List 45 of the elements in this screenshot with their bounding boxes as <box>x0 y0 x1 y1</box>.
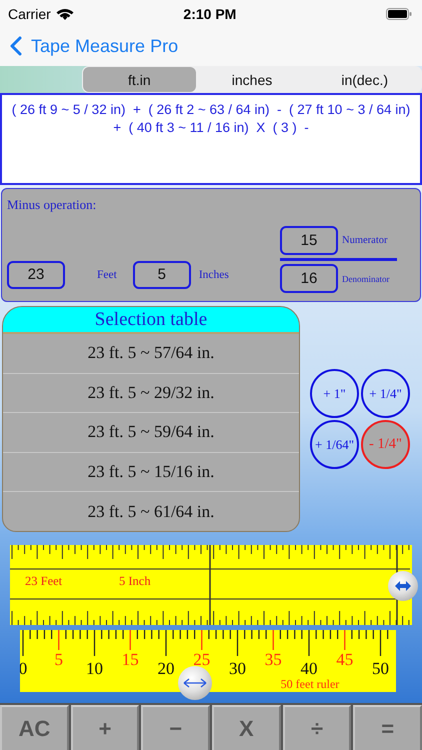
denominator-label: Denominator <box>342 274 390 284</box>
table-row[interactable]: 23 ft. 5 ~ 57/64 in. <box>3 334 299 374</box>
numerator-field[interactable]: 15 <box>280 226 338 255</box>
carrier-label: Carrier <box>8 6 51 22</box>
feet-field[interactable]: 23 <box>7 260 65 288</box>
denominator-field[interactable]: 16 <box>280 264 338 293</box>
slider-handle[interactable] <box>388 571 418 601</box>
step-button[interactable]: + 1/4" <box>361 369 410 418</box>
ruler-number: 35 <box>264 650 282 669</box>
double-arrow-icon <box>395 581 411 591</box>
unit-tab[interactable]: ft.in <box>83 67 196 92</box>
back-button[interactable]: Tape Measure Pro <box>10 36 178 56</box>
feet-reading: 23 Feet <box>25 574 62 589</box>
expression-text: ( 26 ft 9 ~ 5 / 32 in) + ( 26 ft 2 ~ 63 / 64 in) - ( 27 ft 10 ~ 3 / 64 in) + ( 40 ft 3 ~ 11 / 16 in) X ( 3 ) - <box>12 102 412 135</box>
back-chevron-icon <box>10 36 22 56</box>
double-arrow-icon <box>183 678 207 688</box>
operation-title: Minus operation: <box>7 197 98 213</box>
ruler-number: 25 <box>193 650 210 669</box>
feet-label: Feet <box>97 268 117 280</box>
ruler-number: 5 <box>54 650 63 669</box>
table-title: Selection table <box>94 308 208 330</box>
ruler-number: 20 <box>158 659 174 678</box>
inches-field[interactable]: 5 <box>132 260 191 288</box>
unit-tab[interactable]: inches <box>196 67 308 92</box>
table-row[interactable]: 23 ft. 5 ~ 59/64 in. <box>3 413 299 453</box>
ruler-number: 50 <box>372 659 389 678</box>
ruler-number: 10 <box>86 659 103 678</box>
table-row[interactable]: 23 ft. 5 ~ 15/16 in. <box>3 452 299 492</box>
step-button[interactable]: + 1/64" <box>310 420 359 469</box>
ruler-number: 40 <box>300 659 318 678</box>
battery-icon <box>386 8 412 20</box>
ruler-caption: 50 feet ruler <box>280 677 340 691</box>
numerator-label: Numerator <box>342 235 388 246</box>
inch-reading: 5 Inch <box>119 574 151 589</box>
ruler-number: 30 <box>229 659 246 678</box>
unit-tab[interactable]: in(dec.) <box>308 67 422 92</box>
ruler-number: 45 <box>336 650 354 669</box>
wifi-icon <box>56 8 74 20</box>
slider-handle[interactable] <box>178 666 212 700</box>
table-row[interactable]: 23 ft. 5 ~ 61/64 in. <box>3 492 299 531</box>
ruler-number: 15 <box>122 650 139 669</box>
inches-label: Inches <box>198 268 229 280</box>
clock-time: 2:10 PM <box>182 6 238 22</box>
table-row[interactable]: 23 ft. 5 ~ 29/32 in. <box>3 374 299 414</box>
step-button[interactable]: + 1" <box>310 369 359 418</box>
